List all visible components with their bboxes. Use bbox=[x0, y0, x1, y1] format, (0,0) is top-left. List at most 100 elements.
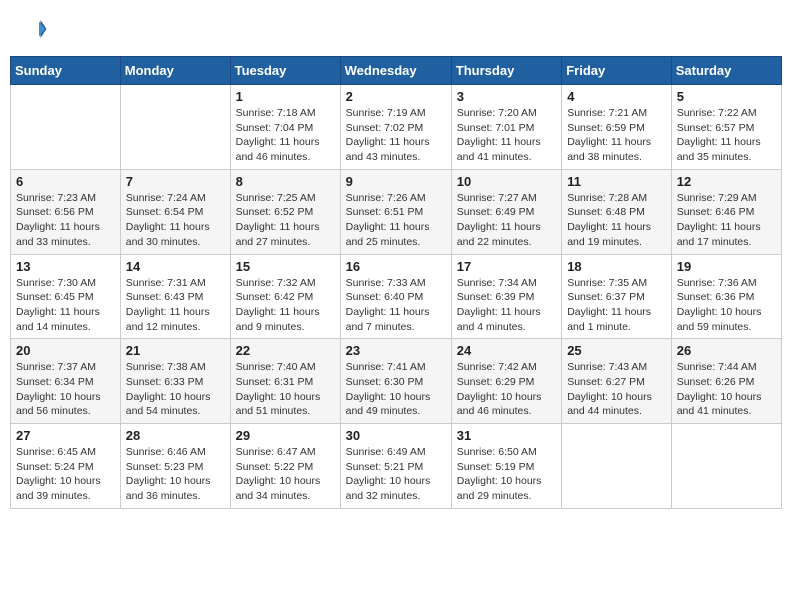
day-number: 22 bbox=[236, 343, 335, 358]
calendar-cell: 19 Sunrise: 7:36 AM Sunset: 6:36 PM Dayli… bbox=[671, 254, 781, 339]
calendar-cell: 23 Sunrise: 7:41 AM Sunset: 6:30 PM Dayli… bbox=[340, 339, 451, 424]
day-number: 17 bbox=[457, 259, 556, 274]
day-number: 30 bbox=[346, 428, 446, 443]
calendar-week-row: 1 Sunrise: 7:18 AM Sunset: 7:04 PM Daylig… bbox=[11, 85, 782, 170]
day-number: 26 bbox=[677, 343, 776, 358]
calendar-cell: 9Sunrise: 7:26 AM Sunset: 6:51 PM Daylig… bbox=[340, 169, 451, 254]
calendar-week-row: 13Sunrise: 7:30 AM Sunset: 6:45 PM Dayli… bbox=[11, 254, 782, 339]
day-header-sunday: Sunday bbox=[11, 57, 121, 85]
day-number: 13 bbox=[16, 259, 115, 274]
day-info: Sunrise: 7:25 AM Sunset: 6:52 PM Dayligh… bbox=[236, 191, 335, 250]
calendar-cell bbox=[11, 85, 121, 170]
calendar-cell bbox=[671, 424, 781, 509]
day-number: 25 bbox=[567, 343, 666, 358]
day-number: 19 bbox=[677, 259, 776, 274]
calendar-week-row: 27 Sunrise: 6:45 AM Sunset: 5:24 PM Dayli… bbox=[11, 424, 782, 509]
calendar-cell: 3 Sunrise: 7:20 AM Sunset: 7:01 PM Daylig… bbox=[451, 85, 561, 170]
calendar-cell bbox=[562, 424, 672, 509]
day-number: 11 bbox=[567, 174, 666, 189]
day-number: 20 bbox=[16, 343, 115, 358]
day-info: Sunrise: 7:26 AM Sunset: 6:51 PM Dayligh… bbox=[346, 191, 446, 250]
day-header-friday: Friday bbox=[562, 57, 672, 85]
day-info: Sunrise: 7:44 AM Sunset: 6:26 PM Dayligh… bbox=[677, 360, 776, 419]
day-number: 28 bbox=[126, 428, 225, 443]
calendar-cell: 20 Sunrise: 7:37 AM Sunset: 6:34 PM Dayli… bbox=[11, 339, 121, 424]
day-info: Sunrise: 7:38 AM Sunset: 6:33 PM Dayligh… bbox=[126, 360, 225, 419]
logo bbox=[18, 14, 52, 44]
calendar-cell bbox=[120, 85, 230, 170]
calendar-cell: 26 Sunrise: 7:44 AM Sunset: 6:26 PM Dayli… bbox=[671, 339, 781, 424]
calendar-cell: 25 Sunrise: 7:43 AM Sunset: 6:27 PM Dayli… bbox=[562, 339, 672, 424]
day-info: Sunrise: 7:41 AM Sunset: 6:30 PM Dayligh… bbox=[346, 360, 446, 419]
calendar-header-row: SundayMondayTuesdayWednesdayThursdayFrid… bbox=[11, 57, 782, 85]
day-number: 16 bbox=[346, 259, 446, 274]
day-number: 3 bbox=[457, 89, 556, 104]
day-info: Sunrise: 7:33 AM Sunset: 6:40 PM Dayligh… bbox=[346, 276, 446, 335]
day-number: 24 bbox=[457, 343, 556, 358]
day-info: Sunrise: 6:46 AM Sunset: 5:23 PM Dayligh… bbox=[126, 445, 225, 504]
day-number: 7 bbox=[126, 174, 225, 189]
day-number: 4 bbox=[567, 89, 666, 104]
calendar-cell: 27 Sunrise: 6:45 AM Sunset: 5:24 PM Dayli… bbox=[11, 424, 121, 509]
day-number: 8 bbox=[236, 174, 335, 189]
day-number: 18 bbox=[567, 259, 666, 274]
day-number: 31 bbox=[457, 428, 556, 443]
day-info: Sunrise: 7:19 AM Sunset: 7:02 PM Dayligh… bbox=[346, 106, 446, 165]
day-info: Sunrise: 7:43 AM Sunset: 6:27 PM Dayligh… bbox=[567, 360, 666, 419]
day-header-wednesday: Wednesday bbox=[340, 57, 451, 85]
calendar-cell: 22 Sunrise: 7:40 AM Sunset: 6:31 PM Dayli… bbox=[230, 339, 340, 424]
day-header-saturday: Saturday bbox=[671, 57, 781, 85]
day-number: 12 bbox=[677, 174, 776, 189]
day-number: 27 bbox=[16, 428, 115, 443]
calendar-cell: 24 Sunrise: 7:42 AM Sunset: 6:29 PM Dayli… bbox=[451, 339, 561, 424]
day-info: Sunrise: 7:34 AM Sunset: 6:39 PM Dayligh… bbox=[457, 276, 556, 335]
day-number: 29 bbox=[236, 428, 335, 443]
calendar-cell: 28 Sunrise: 6:46 AM Sunset: 5:23 PM Dayli… bbox=[120, 424, 230, 509]
calendar-cell: 18 Sunrise: 7:35 AM Sunset: 6:37 PM Dayli… bbox=[562, 254, 672, 339]
day-number: 23 bbox=[346, 343, 446, 358]
day-header-monday: Monday bbox=[120, 57, 230, 85]
page-header bbox=[10, 10, 782, 48]
day-info: Sunrise: 7:20 AM Sunset: 7:01 PM Dayligh… bbox=[457, 106, 556, 165]
day-info: Sunrise: 7:27 AM Sunset: 6:49 PM Dayligh… bbox=[457, 191, 556, 250]
day-info: Sunrise: 7:35 AM Sunset: 6:37 PM Dayligh… bbox=[567, 276, 666, 335]
day-info: Sunrise: 7:37 AM Sunset: 6:34 PM Dayligh… bbox=[16, 360, 115, 419]
calendar-cell: 1 Sunrise: 7:18 AM Sunset: 7:04 PM Daylig… bbox=[230, 85, 340, 170]
day-info: Sunrise: 6:50 AM Sunset: 5:19 PM Dayligh… bbox=[457, 445, 556, 504]
day-info: Sunrise: 7:18 AM Sunset: 7:04 PM Dayligh… bbox=[236, 106, 335, 165]
day-info: Sunrise: 7:36 AM Sunset: 6:36 PM Dayligh… bbox=[677, 276, 776, 335]
day-number: 14 bbox=[126, 259, 225, 274]
calendar-cell: 15 Sunrise: 7:32 AM Sunset: 6:42 PM Dayli… bbox=[230, 254, 340, 339]
day-number: 5 bbox=[677, 89, 776, 104]
calendar-cell: 30 Sunrise: 6:49 AM Sunset: 5:21 PM Dayli… bbox=[340, 424, 451, 509]
day-info: Sunrise: 7:21 AM Sunset: 6:59 PM Dayligh… bbox=[567, 106, 666, 165]
calendar-cell: 7 Sunrise: 7:24 AM Sunset: 6:54 PM Daylig… bbox=[120, 169, 230, 254]
calendar-cell: 29 Sunrise: 6:47 AM Sunset: 5:22 PM Dayli… bbox=[230, 424, 340, 509]
calendar-table: SundayMondayTuesdayWednesdayThursdayFrid… bbox=[10, 56, 782, 509]
calendar-cell: 2 Sunrise: 7:19 AM Sunset: 7:02 PM Daylig… bbox=[340, 85, 451, 170]
day-info: Sunrise: 7:42 AM Sunset: 6:29 PM Dayligh… bbox=[457, 360, 556, 419]
day-info: Sunrise: 7:24 AM Sunset: 6:54 PM Dayligh… bbox=[126, 191, 225, 250]
calendar-cell: 13Sunrise: 7:30 AM Sunset: 6:45 PM Dayli… bbox=[11, 254, 121, 339]
day-number: 15 bbox=[236, 259, 335, 274]
day-number: 6 bbox=[16, 174, 115, 189]
day-info: Sunrise: 6:45 AM Sunset: 5:24 PM Dayligh… bbox=[16, 445, 115, 504]
calendar-cell: 6Sunrise: 7:23 AM Sunset: 6:56 PM Daylig… bbox=[11, 169, 121, 254]
day-info: Sunrise: 7:29 AM Sunset: 6:46 PM Dayligh… bbox=[677, 191, 776, 250]
day-header-tuesday: Tuesday bbox=[230, 57, 340, 85]
day-number: 10 bbox=[457, 174, 556, 189]
calendar-cell: 8 Sunrise: 7:25 AM Sunset: 6:52 PM Daylig… bbox=[230, 169, 340, 254]
calendar-cell: 17 Sunrise: 7:34 AM Sunset: 6:39 PM Dayli… bbox=[451, 254, 561, 339]
day-number: 2 bbox=[346, 89, 446, 104]
calendar-cell: 5Sunrise: 7:22 AM Sunset: 6:57 PM Daylig… bbox=[671, 85, 781, 170]
day-info: Sunrise: 7:40 AM Sunset: 6:31 PM Dayligh… bbox=[236, 360, 335, 419]
calendar-week-row: 6Sunrise: 7:23 AM Sunset: 6:56 PM Daylig… bbox=[11, 169, 782, 254]
logo-icon bbox=[18, 14, 48, 44]
day-info: Sunrise: 6:47 AM Sunset: 5:22 PM Dayligh… bbox=[236, 445, 335, 504]
day-info: Sunrise: 6:49 AM Sunset: 5:21 PM Dayligh… bbox=[346, 445, 446, 504]
day-header-thursday: Thursday bbox=[451, 57, 561, 85]
day-info: Sunrise: 7:31 AM Sunset: 6:43 PM Dayligh… bbox=[126, 276, 225, 335]
calendar-cell: 4 Sunrise: 7:21 AM Sunset: 6:59 PM Daylig… bbox=[562, 85, 672, 170]
day-info: Sunrise: 7:32 AM Sunset: 6:42 PM Dayligh… bbox=[236, 276, 335, 335]
day-number: 1 bbox=[236, 89, 335, 104]
